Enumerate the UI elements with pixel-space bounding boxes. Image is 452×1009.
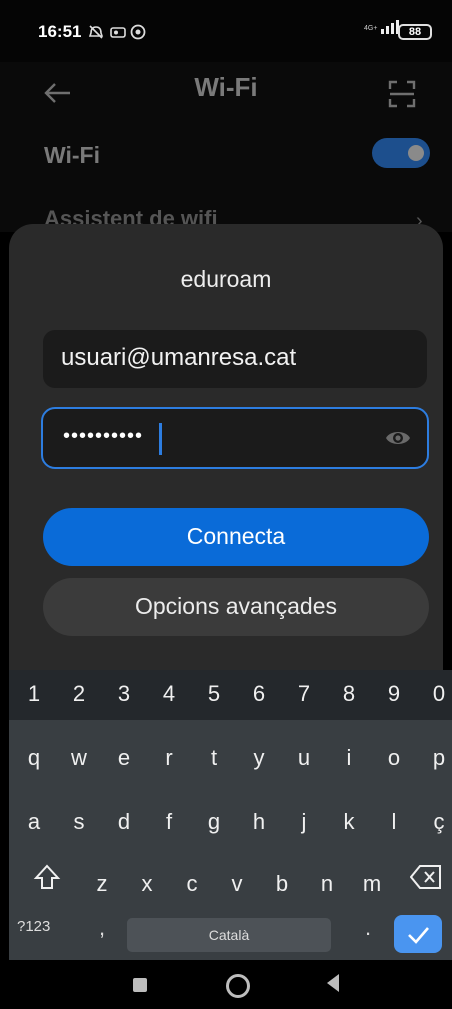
key-row1-0[interactable]: q	[19, 734, 49, 782]
vpn-key-icon	[110, 27, 126, 38]
password-field[interactable]: ••••••••••	[41, 407, 429, 469]
key-row1-2[interactable]: e	[109, 734, 139, 782]
key-row2-3[interactable]: f	[154, 798, 184, 846]
key-row2-0[interactable]: a	[19, 798, 49, 846]
key-row1-8[interactable]: o	[379, 734, 409, 782]
home-icon[interactable]	[226, 974, 250, 998]
back-triangle-icon[interactable]	[327, 974, 339, 992]
key-row2-1[interactable]: s	[64, 798, 94, 846]
alarm-off-icon	[88, 25, 104, 39]
key-number-1[interactable]: 2	[64, 670, 94, 718]
key-row1-5[interactable]: y	[244, 734, 274, 782]
checkmark-icon	[408, 927, 429, 944]
key-row3-5[interactable]: n	[312, 860, 342, 908]
key-row3-0[interactable]: z	[87, 860, 117, 908]
dialog-title: eduroam	[180, 266, 272, 292]
symbols-key[interactable]: ?123	[17, 918, 50, 935]
letter-row-3: zxcvbnm	[9, 860, 452, 908]
advanced-options-button[interactable]: Opcions avançades	[43, 578, 429, 636]
key-row2-9[interactable]: ç	[424, 798, 452, 846]
key-row3-3[interactable]: v	[222, 860, 252, 908]
space-bar[interactable]: Català	[127, 918, 331, 952]
recent-apps-icon[interactable]	[133, 978, 147, 992]
username-field[interactable]: usuari@umanresa.cat	[43, 330, 427, 388]
key-row1-1[interactable]: w	[64, 734, 94, 782]
key-number-9[interactable]: 0	[424, 670, 452, 718]
wifi-login-dialog: eduroam usuari@umanresa.cat •••••••••• C…	[9, 224, 443, 670]
page-title: Wi-Fi	[194, 72, 258, 102]
qr-scan-icon[interactable]	[388, 80, 416, 108]
soft-keyboard: 1234567890 qwertyuiop asdfghjklç zxcvbnm	[9, 670, 452, 960]
wifi-toggle[interactable]	[372, 138, 430, 168]
number-row: 1234567890	[9, 670, 452, 720]
key-row1-4[interactable]: t	[199, 734, 229, 782]
key-number-5[interactable]: 6	[244, 670, 274, 718]
key-row3-4[interactable]: b	[267, 860, 297, 908]
key-number-4[interactable]: 5	[199, 670, 229, 718]
text-cursor	[159, 423, 162, 455]
key-row2-4[interactable]: g	[199, 798, 229, 846]
connect-button-label: Connecta	[186, 523, 286, 549]
enter-key[interactable]	[394, 915, 442, 953]
battery-indicator: 88	[398, 24, 432, 40]
key-number-8[interactable]: 9	[379, 670, 409, 718]
key-row1-7[interactable]: i	[334, 734, 364, 782]
username-value: usuari@umanresa.cat	[61, 344, 297, 371]
backspace-icon[interactable]	[410, 864, 442, 890]
key-row2-2[interactable]: d	[109, 798, 139, 846]
key-row1-3[interactable]: r	[154, 734, 184, 782]
advanced-options-label: Opcions avançades	[134, 593, 337, 619]
key-number-6[interactable]: 7	[289, 670, 319, 718]
shift-icon[interactable]	[32, 862, 62, 892]
status-time: 16:51	[38, 22, 82, 41]
toggle-knob	[408, 145, 424, 161]
key-row2-8[interactable]: l	[379, 798, 409, 846]
key-number-7[interactable]: 8	[334, 670, 364, 718]
key-row2-7[interactable]: k	[334, 798, 364, 846]
connect-button[interactable]: Connecta	[43, 508, 429, 566]
key-row1-9[interactable]: p	[424, 734, 452, 782]
key-row2-6[interactable]: j	[289, 798, 319, 846]
letter-row-1: qwertyuiop	[9, 734, 452, 782]
key-number-0[interactable]: 1	[19, 670, 49, 718]
signal-strength-icon: 4G+	[364, 20, 400, 34]
comma-key[interactable]: ,	[99, 915, 105, 941]
key-row2-5[interactable]: h	[244, 798, 274, 846]
keyboard-language-label: Català	[208, 927, 250, 943]
period-key[interactable]: .	[365, 915, 371, 941]
key-number-3[interactable]: 4	[154, 670, 184, 718]
password-value: ••••••••••	[63, 425, 144, 447]
key-row3-1[interactable]: x	[132, 860, 162, 908]
key-row3-2[interactable]: c	[177, 860, 207, 908]
eye-icon[interactable]	[385, 427, 411, 449]
navigation-bar	[9, 960, 452, 1009]
key-row3-6[interactable]: m	[357, 860, 387, 908]
key-row1-6[interactable]: u	[289, 734, 319, 782]
key-number-2[interactable]: 3	[109, 670, 139, 718]
letter-row-2: asdfghjklç	[9, 798, 452, 846]
shield-icon	[130, 24, 146, 40]
wifi-label: Wi-Fi	[44, 142, 100, 168]
